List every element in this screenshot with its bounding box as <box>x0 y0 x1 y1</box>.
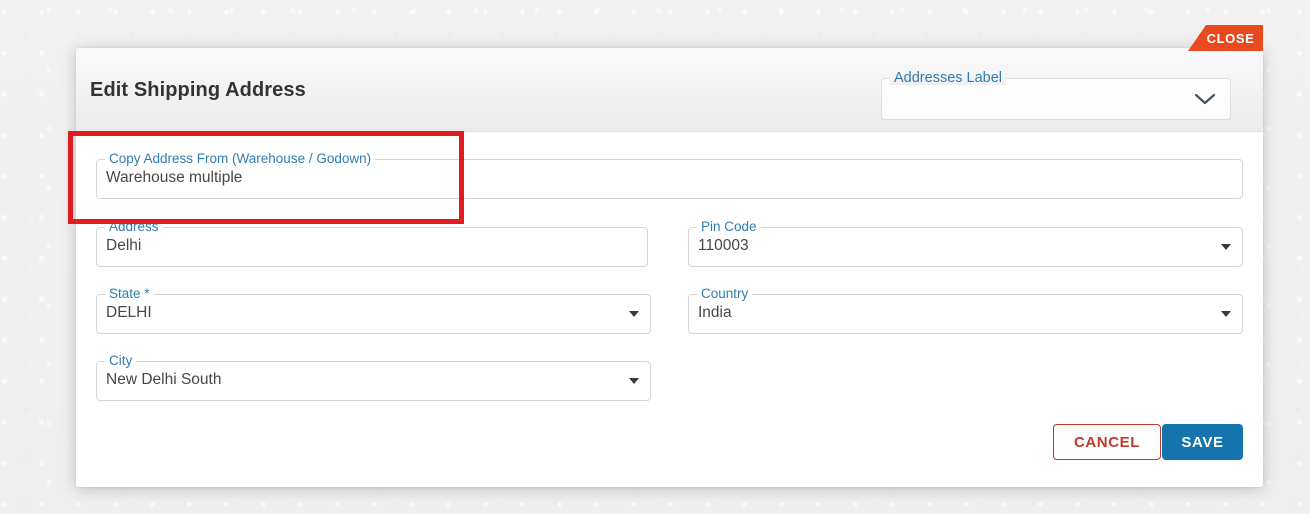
pin-code-field[interactable]: Pin Code 110003 <box>688 220 1243 267</box>
caret-down-icon[interactable] <box>629 311 639 317</box>
state-label: State * <box>105 287 154 301</box>
state-field[interactable]: State * DELHI <box>96 287 651 334</box>
caret-down-icon[interactable] <box>1221 311 1231 317</box>
addresses-label-legend: Addresses Label <box>890 71 1007 85</box>
pin-code-label: Pin Code <box>697 220 761 234</box>
save-button[interactable]: SAVE <box>1162 424 1243 460</box>
city-field[interactable]: City New Delhi South <box>96 354 651 401</box>
addresses-label-select[interactable]: Addresses Label <box>881 71 1231 120</box>
address-value: Delhi <box>106 237 142 254</box>
copy-address-from-field[interactable]: Copy Address From (Warehouse / Godown) W… <box>96 152 1243 199</box>
state-value: DELHI <box>106 304 152 321</box>
city-value: New Delhi South <box>106 371 222 388</box>
caret-down-icon[interactable] <box>629 378 639 384</box>
address-label: Address <box>105 220 163 234</box>
copy-address-from-label: Copy Address From (Warehouse / Godown) <box>105 152 376 166</box>
modal-header: CLOSE Edit Shipping Address Addresses La… <box>76 25 1263 132</box>
country-field[interactable]: Country India <box>688 287 1243 334</box>
pin-code-value: 110003 <box>698 237 749 254</box>
country-value: India <box>698 304 732 321</box>
cancel-button[interactable]: CANCEL <box>1053 424 1161 460</box>
address-field[interactable]: Address Delhi <box>96 220 648 267</box>
chevron-down-icon[interactable] <box>1192 89 1218 114</box>
country-label: Country <box>697 287 753 301</box>
copy-address-from-value: Warehouse multiple <box>106 169 243 186</box>
city-label: City <box>105 354 137 368</box>
caret-down-icon[interactable] <box>1221 244 1231 250</box>
page-title: Edit Shipping Address <box>90 79 306 101</box>
edit-shipping-address-modal: CLOSE Edit Shipping Address Addresses La… <box>76 25 1263 487</box>
